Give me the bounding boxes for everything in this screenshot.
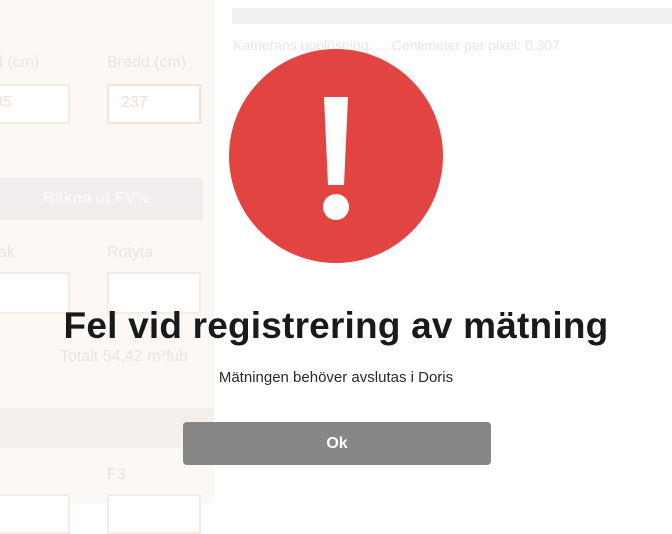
dialog-message: Mätningen behöver avslutas i Doris (218, 369, 454, 386)
error-dialog: Fel vid registrering av mätning Mätninge… (0, 0, 672, 503)
exclamation-mark (323, 97, 349, 220)
exclamation-icon (229, 49, 443, 263)
dialog-title: Fel vid registrering av mätning (63, 305, 609, 346)
ok-button[interactable]: Ok (183, 422, 491, 465)
